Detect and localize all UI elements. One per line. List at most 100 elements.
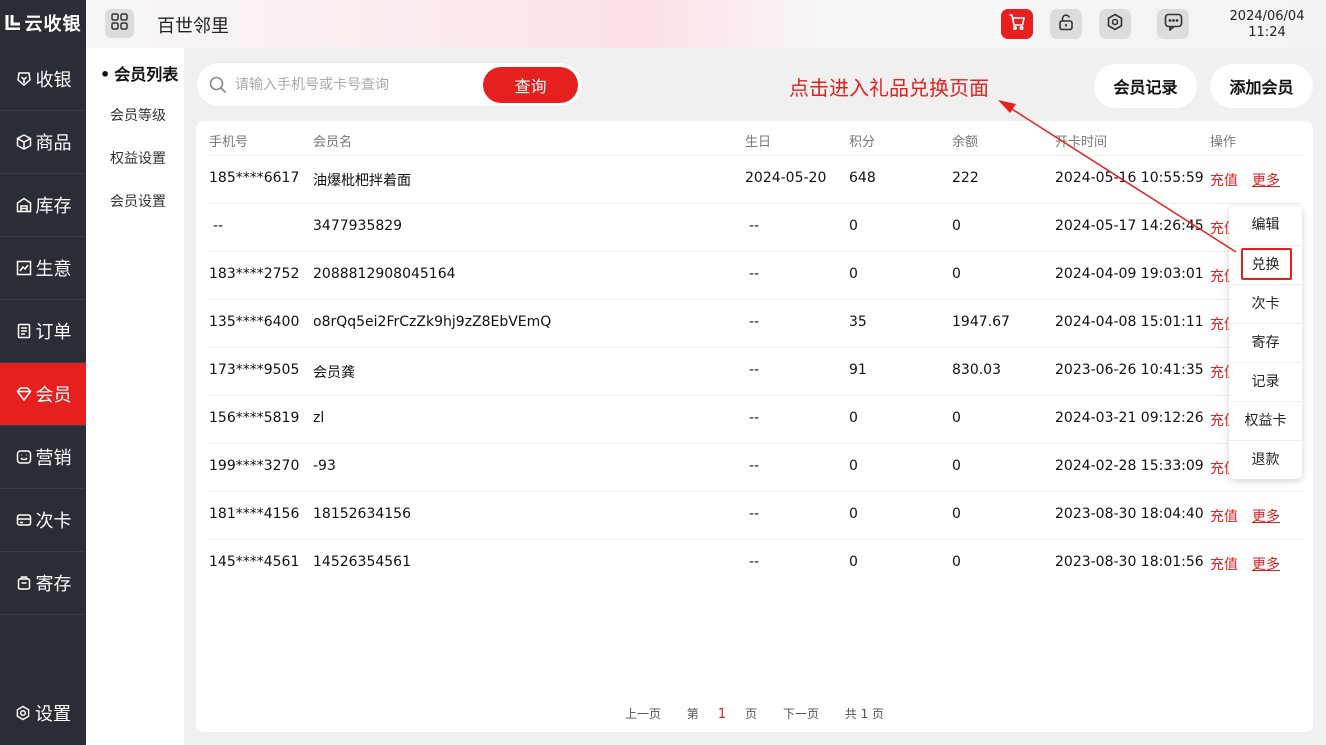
prev-page-button[interactable]: 上一页 <box>625 707 661 721</box>
cell-open-time: 2024-05-16 10:55:59 <box>1055 170 1204 186</box>
sidebar-item-storage[interactable]: 寄存 <box>0 552 86 615</box>
logo-icon <box>5 14 23 32</box>
more-link[interactable]: 更多 <box>1252 170 1280 190</box>
cell-points: 91 <box>849 362 867 378</box>
submenu-item-member-settings[interactable]: 会员设置 <box>110 191 166 211</box>
sidebar-item-count-card[interactable]: 次卡 <box>0 489 86 552</box>
sidebar-item-label: 订单 <box>35 322 72 343</box>
cell-name: 3477935829 <box>313 218 403 234</box>
cell-balance: 0 <box>952 458 961 474</box>
more-link[interactable]: 更多 <box>1252 506 1280 526</box>
brand-name: 云收银 <box>24 14 82 35</box>
page-prefix: 第 <box>686 707 699 721</box>
cell-name: 14526354561 <box>313 554 411 570</box>
unlock-button[interactable] <box>1050 9 1082 39</box>
table-row: 181****4156 18152634156 -- 0 0 2023-08-3… <box>196 491 1313 539</box>
cell-open-time: 2023-08-30 18:04:40 <box>1055 506 1204 522</box>
menu-item-benefit-card[interactable]: 权益卡 <box>1229 401 1302 440</box>
search-input[interactable] <box>235 73 475 97</box>
cube-icon <box>15 133 33 151</box>
recharge-link[interactable]: 充值 <box>1210 554 1238 574</box>
table-row: 199****3270 -93 -- 0 0 2024-02-28 15:33:… <box>196 443 1313 491</box>
table-row: 156****5819 zl -- 0 0 2024-03-21 09:12:2… <box>196 395 1313 443</box>
menu-item-storage[interactable]: 寄存 <box>1229 323 1302 362</box>
unlock-icon <box>1057 13 1075 35</box>
message-button[interactable] <box>1157 9 1189 39</box>
cell-phone: 181****4156 <box>209 506 300 522</box>
cell-birthday: -- <box>749 410 760 426</box>
cell-balance: 1947.67 <box>952 314 1010 330</box>
query-button[interactable]: 查询 <box>483 67 578 103</box>
table-row: 173****9505 会员龚 -- 91 830.03 2023-06-26 … <box>196 347 1313 395</box>
apps-grid-button[interactable] <box>105 9 134 38</box>
sidebar-item-settings[interactable]: 设置 <box>0 693 86 733</box>
submenu-item-member-list[interactable]: 会员列表 <box>100 61 178 85</box>
menu-item-redeem[interactable]: 兑换 <box>1229 245 1302 284</box>
cell-phone: 185****6617 <box>209 170 300 186</box>
recharge-link[interactable]: 充值 <box>1210 506 1238 526</box>
cell-birthday: -- <box>749 506 760 522</box>
cell-name: o8rQq5ei2FrCzZk9hj9zZ8EbVEmQ <box>313 314 552 330</box>
cell-open-time: 2024-05-17 14:26:45 <box>1055 218 1204 234</box>
sidebar-item-marketing[interactable]: 营销 <box>0 426 86 489</box>
cell-points: 0 <box>849 266 858 282</box>
cell-phone: 145****4561 <box>209 554 300 570</box>
sidebar-item-inventory[interactable]: 库存 <box>0 174 86 237</box>
order-icon <box>15 322 33 340</box>
menu-item-count-card[interactable]: 次卡 <box>1229 284 1302 323</box>
header-ops: 操作 <box>1210 135 1237 150</box>
table-header: 手机号 会员名 生日 积分 余额 开卡时间 操作 <box>196 121 1313 155</box>
cell-points: 0 <box>849 410 858 426</box>
cell-points: 0 <box>849 506 858 522</box>
current-page: 1 <box>717 707 727 722</box>
header-name: 会员名 <box>313 135 353 150</box>
cell-birthday: -- <box>749 314 760 330</box>
recharge-link[interactable]: 充值 <box>1210 170 1238 190</box>
cell-phone: 173****9505 <box>209 362 300 378</box>
cell-balance: 830.03 <box>952 362 1001 378</box>
settings-icon <box>15 705 31 721</box>
settings-label: 设置 <box>35 704 71 725</box>
cell-birthday: -- <box>749 362 760 378</box>
cell-name: zl <box>313 410 325 426</box>
cell-birthday: -- <box>749 458 760 474</box>
cell-name: 油爆枇杷拌着面 <box>313 173 411 189</box>
search-icon <box>209 76 227 98</box>
table-row: 145****4561 14526354561 -- 0 0 2023-08-3… <box>196 539 1313 587</box>
cell-open-time: 2023-06-26 10:41:35 <box>1055 362 1204 378</box>
header-phone: 手机号 <box>209 135 249 150</box>
member-table: 手机号 会员名 生日 积分 余额 开卡时间 操作 185****6617 油爆枇… <box>196 121 1313 732</box>
menu-item-records[interactable]: 记录 <box>1229 362 1302 401</box>
submenu-item-benefit-settings[interactable]: 权益设置 <box>110 148 166 168</box>
menu-item-refund[interactable]: 退款 <box>1229 440 1302 479</box>
cashier-icon <box>15 70 33 88</box>
table-row: 135****6400 o8rQq5ei2FrCzZk9hj9zZ8EbVEmQ… <box>196 299 1313 347</box>
header-balance: 余额 <box>952 135 979 150</box>
sidebar-item-cashier[interactable]: 收银 <box>0 48 86 111</box>
sidebar-item-members[interactable]: 会员 <box>0 363 86 426</box>
sidebar-item-label: 营销 <box>35 448 72 469</box>
store-name: 百世邻里 <box>157 16 229 37</box>
marketing-icon <box>15 448 33 466</box>
sidebar-item-label: 次卡 <box>35 511 72 532</box>
next-page-button[interactable]: 下一页 <box>783 707 819 721</box>
cell-open-time: 2024-04-09 19:03:01 <box>1055 266 1204 282</box>
menu-item-edit[interactable]: 编辑 <box>1229 206 1302 245</box>
sidebar-item-business[interactable]: 生意 <box>0 237 86 300</box>
card-icon <box>15 511 33 529</box>
member-records-button[interactable]: 会员记录 <box>1094 64 1197 108</box>
cart-button[interactable] <box>1001 9 1033 39</box>
cell-phone: 199****3270 <box>209 458 300 474</box>
add-member-button[interactable]: 添加会员 <box>1210 64 1313 108</box>
cell-open-time: 2024-03-21 09:12:26 <box>1055 410 1204 426</box>
search-bar: 查询 <box>196 62 583 107</box>
top-header: 百世邻里 2024/06/04 11:24 <box>86 0 1326 48</box>
sidebar: 云收银 收银 商品 库存 生意 订单 会员 营销 次卡 寄存 设置 <box>0 0 86 745</box>
sidebar-item-products[interactable]: 商品 <box>0 111 86 174</box>
submenu-item-member-level[interactable]: 会员等级 <box>110 105 166 125</box>
more-link[interactable]: 更多 <box>1252 554 1280 574</box>
cell-balance: 0 <box>952 506 961 522</box>
camera-button[interactable] <box>1099 9 1131 39</box>
sidebar-item-orders[interactable]: 订单 <box>0 300 86 363</box>
sidebar-item-label: 收银 <box>35 70 72 91</box>
